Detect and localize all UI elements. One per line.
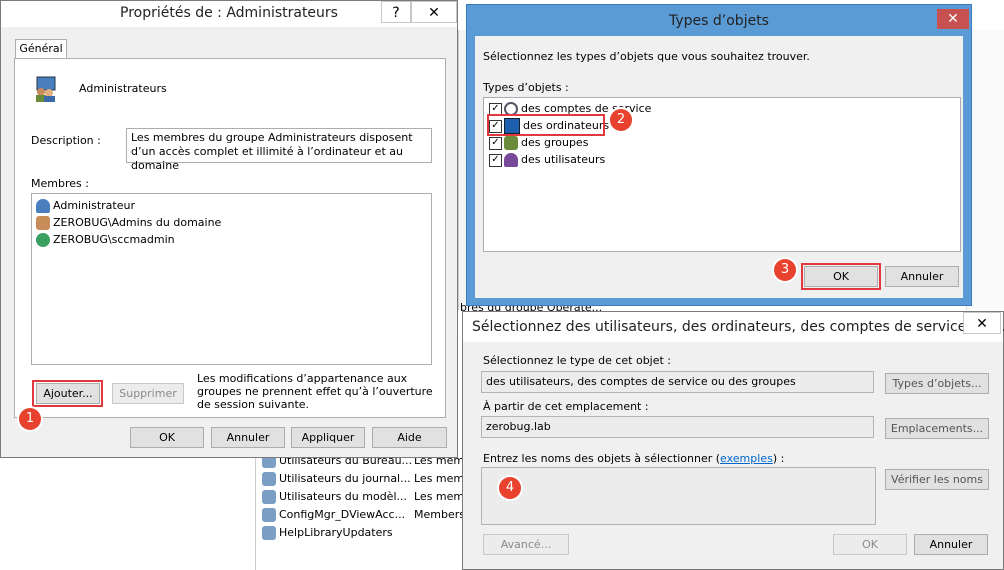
close-icon[interactable]: ✕ bbox=[411, 1, 457, 23]
ok-button-highlight bbox=[801, 263, 881, 290]
close-icon[interactable]: ✕ bbox=[963, 312, 1001, 334]
step-badge-3: 3 bbox=[774, 259, 796, 281]
group-icon bbox=[504, 136, 518, 150]
object-names-input[interactable] bbox=[481, 467, 876, 525]
user-icon bbox=[36, 199, 50, 213]
group-icon bbox=[262, 526, 276, 540]
group-icon bbox=[262, 472, 276, 486]
cancel-button[interactable]: Annuler bbox=[885, 266, 959, 287]
user-icon bbox=[36, 233, 50, 247]
background-pane-strip bbox=[458, 30, 466, 310]
description-field[interactable]: Les membres du groupe Administrateurs di… bbox=[126, 128, 432, 172]
help-icon[interactable]: ? bbox=[381, 1, 411, 23]
location-field: zerobug.lab bbox=[481, 416, 874, 438]
step-badge-2: 2 bbox=[610, 109, 632, 131]
add-button-highlight bbox=[32, 380, 103, 407]
row-name: Utilisateurs du journal... bbox=[279, 472, 411, 485]
object-names-label: Entrez les noms des objets à sélectionne… bbox=[483, 452, 785, 465]
row-desc: Les mem bbox=[414, 490, 465, 503]
apply-button[interactable]: Appliquer bbox=[291, 427, 365, 448]
description-label: Description : bbox=[31, 134, 101, 147]
object-types-body: Sélectionnez les types d’objets que vous… bbox=[475, 36, 963, 298]
group-icon bbox=[31, 75, 59, 103]
members-label: Membres : bbox=[31, 177, 89, 190]
object-types-title: Types d’objets bbox=[669, 13, 769, 29]
list-item[interactable]: ✓ des groupes bbox=[489, 134, 588, 151]
cancel-button[interactable]: Annuler bbox=[211, 427, 285, 448]
members-list[interactable]: Administrateur ZEROBUG\Admins du domaine… bbox=[31, 193, 432, 365]
list-item[interactable]: HelpLibraryUpdaters bbox=[262, 524, 393, 541]
select-title-bar: Sélectionnez des utilisateurs, des ordin… bbox=[463, 312, 1004, 342]
advanced-button[interactable]: Avancé... bbox=[483, 534, 569, 555]
close-icon[interactable]: ✕ bbox=[937, 9, 969, 29]
group-icon bbox=[36, 216, 50, 230]
remove-button[interactable]: Supprimer bbox=[112, 383, 184, 404]
cancel-button[interactable]: Annuler bbox=[914, 534, 988, 555]
check-names-button[interactable]: Vérifier les noms bbox=[885, 469, 989, 490]
group-icon bbox=[262, 490, 276, 504]
list-item[interactable]: ✓ des utilisateurs bbox=[489, 151, 605, 168]
step-badge-1: 1 bbox=[19, 408, 41, 430]
computers-highlight bbox=[487, 114, 605, 136]
object-type-field: des utilisateurs, des comptes de service… bbox=[481, 371, 874, 393]
row-desc: Members bbox=[414, 508, 465, 521]
list-item[interactable]: Administrateur bbox=[36, 197, 135, 214]
object-type-label: Sélectionnez le type de cet objet : bbox=[483, 354, 672, 367]
properties-title-bar: Propriétés de : Administrateurs ? ✕ bbox=[1, 1, 457, 27]
help-button[interactable]: Aide bbox=[372, 427, 447, 448]
ok-button[interactable]: OK bbox=[130, 427, 204, 448]
list-item[interactable]: ConfigMgr_DViewAcc... bbox=[262, 506, 405, 523]
group-icon bbox=[262, 508, 276, 522]
object-types-instruction: Sélectionnez les types d’objets que vous… bbox=[483, 50, 810, 63]
object-types-dialog: Types d’objets ✕ Sélectionnez les types … bbox=[466, 4, 972, 306]
group-name: Administrateurs bbox=[79, 82, 167, 95]
list-item[interactable]: ZEROBUG\Admins du domaine bbox=[36, 214, 221, 231]
row-name: HelpLibraryUpdaters bbox=[279, 526, 393, 539]
tab-general[interactable]: Général bbox=[15, 39, 67, 59]
object-types-button[interactable]: Types d’objets... bbox=[885, 373, 989, 394]
row-name: Utilisateurs du modèl... bbox=[279, 490, 407, 503]
list-item[interactable]: ZEROBUG\sccmadmin bbox=[36, 231, 175, 248]
row-name: ConfigMgr_DViewAcc... bbox=[279, 508, 406, 521]
checkbox[interactable]: ✓ bbox=[489, 136, 502, 150]
step-badge-4: 4 bbox=[499, 477, 521, 499]
ok-button[interactable]: OK bbox=[833, 534, 907, 555]
list-item[interactable]: Utilisateurs du modèl... bbox=[262, 488, 407, 505]
checkbox[interactable]: ✓ bbox=[489, 153, 502, 167]
user-icon bbox=[504, 153, 518, 167]
properties-dialog: Propriétés de : Administrateurs ? ✕ Géné… bbox=[0, 0, 458, 458]
list-item[interactable]: Utilisateurs du journal... bbox=[262, 470, 411, 487]
object-types-list-label: Types d’objets : bbox=[483, 81, 569, 94]
select-title: Sélectionnez des utilisateurs, des ordin… bbox=[472, 319, 1004, 335]
examples-link[interactable]: exemples bbox=[720, 452, 773, 465]
location-label: À partir de cet emplacement : bbox=[483, 400, 649, 413]
background-list-pane: Utilisateurs du Bureau... Utilisateurs d… bbox=[255, 440, 465, 570]
locations-button[interactable]: Emplacements... bbox=[885, 418, 989, 439]
select-objects-dialog: Sélectionnez des utilisateurs, des ordin… bbox=[462, 311, 1004, 570]
row-desc: Les mem bbox=[414, 472, 465, 485]
membership-note: Les modifications d’appartenance aux gro… bbox=[197, 372, 433, 411]
